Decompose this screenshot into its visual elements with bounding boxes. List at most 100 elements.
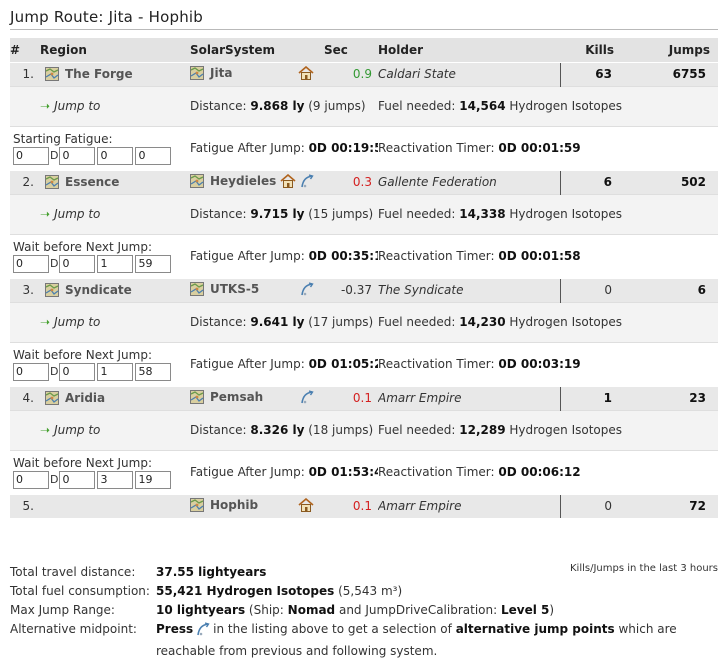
- jump-to-link[interactable]: ➝ Jump to: [10, 301, 190, 342]
- wait-seconds-input[interactable]: [135, 362, 172, 381]
- region-link[interactable]: Essence: [65, 175, 119, 189]
- region-link[interactable]: Syndicate: [65, 283, 132, 297]
- sec-cell: -0.37: [320, 277, 378, 302]
- wait-seconds-input[interactable]: [135, 146, 172, 165]
- system-map-icon[interactable]: [190, 173, 204, 188]
- wait-days-input[interactable]: [13, 254, 49, 273]
- days-separator: D: [50, 257, 59, 270]
- system-link[interactable]: Jita: [210, 66, 232, 80]
- region-map-icon[interactable]: [45, 283, 59, 297]
- sec-cell: 0.3: [320, 169, 378, 194]
- wait-minutes-input[interactable]: [97, 146, 134, 165]
- route-summary: Total travel distance: 37.55 lightyears …: [10, 563, 718, 661]
- distance-jumps: (9 jumps): [308, 99, 366, 113]
- jumps-count: 502: [628, 169, 718, 194]
- fuel-cell: Fuel needed: 14,338 Hydrogen Isotopes: [378, 193, 718, 234]
- station-house-icon: [298, 65, 314, 83]
- table-header-row: # Region SolarSystem Sec Holder Kills Ju…: [10, 38, 718, 62]
- holder-name: The Syndicate: [378, 277, 560, 302]
- wait-label: Wait before Next Jump:: [13, 455, 153, 470]
- cyno-jump-icon[interactable]: [300, 389, 314, 407]
- security-status: -0.37: [340, 283, 372, 297]
- kills-count: 0: [559, 493, 628, 518]
- wait-time-inputs: Wait before Next Jump: D: [10, 233, 190, 278]
- system-map-icon[interactable]: [190, 281, 204, 296]
- row-number: 3.: [10, 277, 40, 302]
- distance-cell: Distance: 9.715 ly (15 jumps): [190, 193, 378, 234]
- wait-seconds-input[interactable]: [135, 470, 172, 489]
- reactivation-value: 0D 00:03:19: [498, 357, 581, 371]
- region-link[interactable]: The Forge: [65, 67, 133, 81]
- alt-text1: in the listing above to get a selection …: [213, 622, 452, 636]
- green-arrow-icon: ➝: [40, 99, 51, 113]
- region-link[interactable]: Aridia: [65, 391, 105, 405]
- header-system: SolarSystem: [190, 42, 276, 57]
- system-row: 3. Syndicate UTKS-5 -0.37 The Syndicate 0 6: [10, 277, 718, 302]
- jumps-count: 23: [628, 385, 718, 410]
- wait-hours-input[interactable]: [59, 470, 96, 489]
- system-map-icon[interactable]: [190, 389, 204, 404]
- ship-prefix: (Ship:: [248, 603, 284, 617]
- system-map-icon[interactable]: [190, 65, 204, 80]
- jump-to-link[interactable]: ➝ Jump to: [10, 85, 190, 126]
- wait-days-input[interactable]: [13, 470, 49, 489]
- header-jumps: Jumps: [668, 42, 710, 57]
- system-icons: [292, 65, 314, 83]
- jumps-count: 6: [628, 277, 718, 302]
- reactivation-value: 0D 00:01:58: [498, 249, 581, 263]
- system-row: 1. The Forge Jita 0.9 Caldari State 63 6755: [10, 61, 718, 86]
- system-row: 4. Aridia Pemsah 0.1 Amarr Empire 1 23: [10, 385, 718, 410]
- system-link[interactable]: Hophib: [210, 498, 258, 512]
- system-icons: [296, 389, 314, 407]
- region-map-icon[interactable]: [45, 67, 59, 81]
- header-sec: Sec: [324, 42, 348, 57]
- header-region: Region: [40, 42, 87, 57]
- reactivation-value: 0D 00:06:12: [498, 465, 581, 479]
- jumps-count: 72: [628, 493, 718, 518]
- station-house-icon: [280, 173, 296, 191]
- security-status: 0.3: [352, 175, 372, 189]
- system-link[interactable]: Heydieles: [210, 174, 276, 188]
- security-status: 0.1: [352, 499, 372, 514]
- security-status: 0.1: [352, 391, 372, 405]
- jump-info-row: ➝ Jump to Distance: 9.641 ly (17 jumps) Fue…: [10, 301, 718, 342]
- wait-hours-input[interactable]: [59, 254, 96, 273]
- distance-jumps: (17 jumps): [308, 315, 374, 329]
- system-map-icon[interactable]: [190, 497, 204, 512]
- page-title: Jump Route: Jita - Hophib: [10, 8, 203, 26]
- wait-minutes-input[interactable]: [97, 470, 134, 489]
- wait-days-input[interactable]: [13, 146, 49, 165]
- system-icons: [292, 497, 314, 515]
- alt-text3: reachable from previous and following sy…: [156, 644, 438, 658]
- distance-value: 9.715 ly: [250, 207, 305, 221]
- system-link[interactable]: Pemsah: [210, 390, 263, 404]
- fuel-cell: Fuel needed: 12,289 Hydrogen Isotopes: [378, 409, 718, 450]
- distance-jumps: (15 jumps): [308, 207, 374, 221]
- and-text: and: [338, 603, 362, 617]
- wait-minutes-input[interactable]: [97, 254, 134, 273]
- system-link[interactable]: UTKS-5: [210, 282, 259, 296]
- wait-days-input[interactable]: [13, 362, 49, 381]
- region-map-icon[interactable]: [45, 391, 59, 405]
- cyno-jump-icon[interactable]: [300, 173, 314, 191]
- station-house-icon: [298, 497, 314, 515]
- system-icons: [274, 173, 314, 191]
- region-map-icon[interactable]: [45, 175, 59, 189]
- sec-cell: 0.1: [320, 385, 378, 410]
- region-cell: [40, 493, 190, 518]
- jump-to-link[interactable]: ➝ Jump to: [10, 409, 190, 450]
- wait-hours-input[interactable]: [59, 362, 96, 381]
- max-range-row: Max Jump Range: 10 lightyears (Ship: Nom…: [10, 601, 718, 620]
- reactivation-cell: Reactivation Timer: 0D 00:01:58: [378, 233, 718, 278]
- fatigue-value: 0D 01:53:42: [308, 465, 378, 479]
- fatigue-cell: Fatigue After Jump: 0D 01:05:22: [190, 341, 378, 386]
- holder-name: Caldari State: [378, 61, 560, 86]
- distance-jumps: (18 jumps): [308, 423, 374, 437]
- wait-minutes-input[interactable]: [97, 362, 134, 381]
- cyno-jump-icon[interactable]: [300, 281, 314, 299]
- days-separator: D: [50, 365, 59, 378]
- wait-seconds-input[interactable]: [135, 254, 172, 273]
- jump-to-link[interactable]: ➝ Jump to: [10, 193, 190, 234]
- jump-info-row: ➝ Jump to Distance: 9.868 ly (9 jumps) Fuel…: [10, 85, 718, 126]
- wait-hours-input[interactable]: [59, 146, 96, 165]
